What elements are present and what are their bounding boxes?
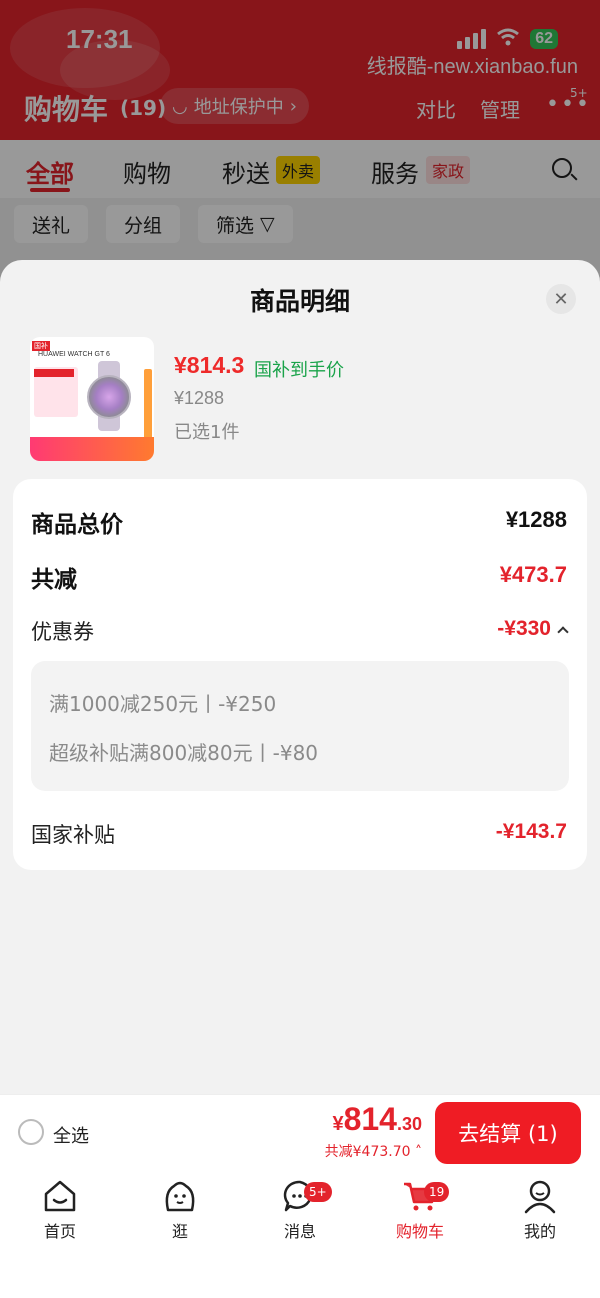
selected-quantity: 已选1件 [174, 422, 240, 443]
checkout-bar: 全选 ¥814.30 共减¥473.70 ˄ 去结算 (1) [0, 1094, 600, 1168]
coupon-toggle[interactable]: -¥330 [497, 617, 569, 641]
tab-browse[interactable]: 逛 [140, 1178, 220, 1242]
coupon-label: 优惠券 [31, 620, 94, 644]
sheet-title: 商品明细 [249, 287, 350, 316]
tab-profile[interactable]: 我的 [500, 1178, 580, 1242]
image-promo-banner [34, 369, 74, 377]
chevron-up-icon: ˄ [410, 1144, 422, 1160]
national-subsidy-value: -¥143.7 [495, 820, 567, 843]
coupon-item: 满1000减250元丨-¥250 [49, 692, 277, 716]
tab-browse-label: 逛 [171, 1222, 188, 1241]
subsidy-price-tag: 国补到手价 [254, 360, 344, 381]
tab-messages[interactable]: 消息 5+ [260, 1178, 340, 1242]
total-decimal: .30 [396, 1114, 422, 1134]
price-summary-card: 商品总价 ¥1288 共减 ¥473.7 优惠券 -¥330 满1000减250… [13, 479, 587, 870]
original-price: ¥1288 [174, 388, 225, 408]
saved-amount-toggle[interactable]: 共减¥473.70 ˄ [325, 1141, 422, 1161]
tab-home[interactable]: 首页 [20, 1178, 100, 1242]
national-subsidy-label: 国家补贴 [31, 823, 115, 847]
tab-home-label: 首页 [43, 1222, 76, 1241]
image-badge: 国补 [32, 341, 50, 351]
total-price-value: ¥1288 [505, 507, 567, 532]
total-price-label: 商品总价 [31, 512, 123, 538]
select-all-label[interactable]: 全选 [53, 1122, 89, 1148]
select-all-checkbox[interactable] [18, 1119, 44, 1145]
image-brand-text: HUAWEI WATCH GT 6 [38, 351, 110, 358]
coupon-item: 超级补贴满800减80元丨-¥80 [49, 741, 319, 765]
total-discount-label: 共减 [31, 567, 77, 593]
coupon-value: -¥330 [497, 617, 551, 640]
image-price-strip [30, 437, 154, 461]
tab-profile-label: 我的 [523, 1222, 556, 1241]
cart-badge: 19 [424, 1182, 450, 1202]
home-icon [42, 1178, 78, 1214]
total-price: ¥814.30 [332, 1101, 422, 1138]
currency-symbol: ¥ [332, 1113, 344, 1135]
tab-messages-label: 消息 [283, 1222, 316, 1241]
browse-icon [162, 1178, 198, 1214]
saved-amount: 共减¥473.70 [324, 1144, 411, 1160]
image-side-strip [144, 369, 152, 439]
total-discount-value: ¥473.7 [499, 562, 567, 587]
checkout-button[interactable]: 去结算 (1) [435, 1102, 581, 1164]
coupon-detail-box: 满1000减250元丨-¥250 超级补贴满800减80元丨-¥80 [31, 661, 569, 791]
close-icon[interactable]: ✕ [546, 284, 576, 314]
tab-cart-label: 购物车 [395, 1222, 444, 1241]
chevron-up-icon [557, 626, 569, 638]
subsidy-price: ¥814.3 [174, 352, 245, 378]
tab-cart[interactable]: 购物车 19 [380, 1178, 460, 1242]
watch-illustration [82, 361, 136, 431]
total-integer: 814 [343, 1101, 397, 1137]
product-image[interactable]: 国补 HUAWEI WATCH GT 6 [30, 337, 154, 461]
bottom-tab-bar: 首页 逛 消息 5+ 购物车 19 我的 [0, 1168, 600, 1298]
message-badge: 5+ [304, 1182, 332, 1202]
profile-icon [522, 1178, 558, 1214]
